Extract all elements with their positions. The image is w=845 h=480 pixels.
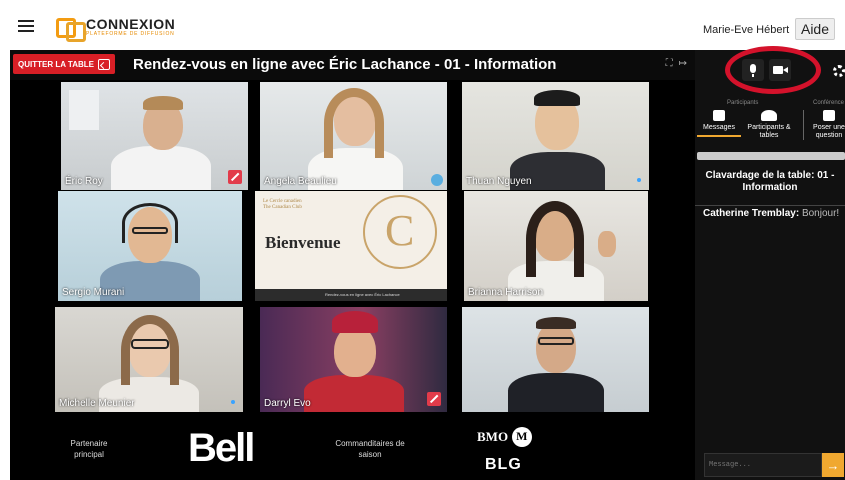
status-dot-icon [637,178,641,182]
tab-question-label: Poser une question [813,124,845,139]
message-icon [713,110,725,121]
video-tile[interactable] [462,307,649,412]
participant-name: Angela Beaulieu [264,176,337,187]
room-title: Rendez-vous en ligne avec Éric Lachance … [133,56,557,73]
mic-muted-icon [228,170,242,184]
chat-message: Catherine Tremblay: Bonjour! [703,208,839,219]
participant-name: Sergio Murani [62,287,125,298]
video-grid: Éric Roy Angela Beaulieu Thuan Nguyen Se… [10,80,695,412]
welcome-title: Bienvenue [265,233,341,252]
video-tile[interactable]: Thuan Nguyen [462,82,649,190]
chat-title: Clavardage de la table: 01 - Information [705,170,835,193]
participant-name: Éric Roy [65,176,103,187]
microphone-icon[interactable] [742,59,764,81]
panel-tabs: Participants Conférence Messages Partici… [695,96,845,148]
bmo-logo: BMO [477,427,533,447]
tab-messages[interactable]: Messages [697,110,741,137]
status-dot-icon [231,400,235,404]
tab-messages-label: Messages [703,124,735,131]
tab-group-participants: Participants [727,100,759,106]
side-panel: Participants Conférence Messages Partici… [695,46,845,480]
welcome-footer: Rendez-vous en ligne avec Éric Lachance [255,289,447,301]
blg-logo: BLG [485,456,522,473]
logo: CONNEXION PLATEFORME DE DIFFUSION [56,16,176,42]
video-tile[interactable]: Brianna Harrison [464,191,648,301]
gear-icon[interactable] [833,65,845,77]
quit-label: QUITTER LA TABLE [18,59,94,69]
logo-mark [56,16,86,42]
status-icon [431,174,443,186]
message-author: Catherine Tremblay: [703,208,800,219]
send-button[interactable]: → [822,453,844,477]
season-sponsors-label: Commanditaires de saison [335,439,405,460]
participant-name: Darryl Evo [264,398,311,409]
video-tile[interactable]: Éric Roy [61,82,248,190]
logo-tagline: PLATEFORME DE DIFFUSION [86,31,175,37]
camera-icon[interactable] [769,59,791,81]
exit-icon [98,58,110,70]
video-tile[interactable]: Michelle Meunier [55,307,243,412]
help-button[interactable]: Aide [795,18,835,40]
welcome-slide: Le Cercle canadien The Canadian Club Bie… [255,191,447,301]
tab-participants-label: Participants & tables [747,124,791,139]
sponsors-bar: Partenaire principal Bell Commanditaires… [10,412,695,480]
horizontal-scrollbar[interactable] [697,152,845,160]
people-icon [761,110,777,121]
tab-participants[interactable]: Participants & tables [747,110,791,139]
bmo-roundel-icon [512,427,533,447]
question-icon [823,110,835,121]
tab-ask-question[interactable]: Poser une question [807,110,845,139]
participant-name: Brianna Harrison [468,287,544,298]
room-header: QUITTER LA TABLE Rendez-vous en ligne av… [10,50,695,80]
club-logo-icon [363,195,437,269]
video-tile[interactable]: Darryl Evo [260,307,447,412]
send-icon: → [826,457,840,473]
menu-icon[interactable] [18,20,34,32]
video-tile[interactable]: Angela Beaulieu [260,82,447,190]
quit-table-button[interactable]: QUITTER LA TABLE [13,54,115,74]
mic-muted-icon [427,392,441,406]
fullscreen-icon[interactable]: ⛶ [666,58,673,69]
collapse-panel-icon[interactable]: ↦ [679,58,687,69]
bmo-text: BMO [477,429,509,444]
welcome-brand: Le Cercle canadien The Canadian Club [263,199,302,210]
tab-group-conference: Conférence [813,100,845,106]
partner-label: Partenaire principal [70,439,108,460]
user-name[interactable]: Marie-Eve Hébert [703,24,789,36]
logo-name: CONNEXION [86,16,176,32]
message-text: Bonjour! [801,208,840,219]
participant-name: Michelle Meunier [59,398,135,409]
video-tile[interactable]: Sergio Murani [58,191,242,301]
message-input[interactable] [704,453,822,477]
top-bar: CONNEXION PLATEFORME DE DIFFUSION Marie-… [0,0,845,48]
bell-logo: Bell [188,426,255,470]
participant-name: Thuan Nguyen [466,176,532,187]
